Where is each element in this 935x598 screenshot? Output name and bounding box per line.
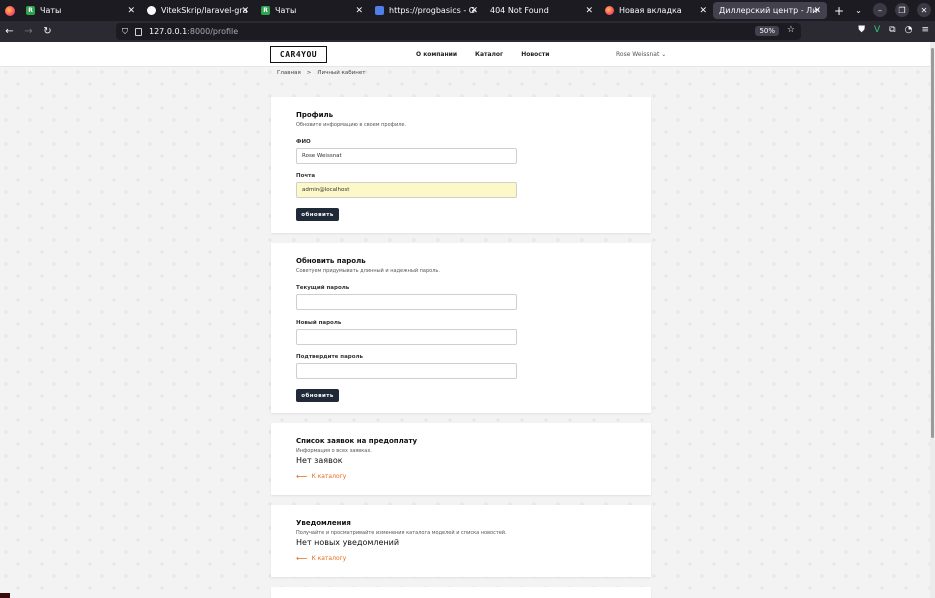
profile-card: Профиль Обновите информацию в своем проф… bbox=[271, 97, 651, 233]
green-square-icon: R bbox=[261, 6, 270, 15]
password-subtitle: Советуем придумывать длинный и надежный … bbox=[296, 268, 440, 274]
notifications-card: Уведомления Получайте и просматривайте и… bbox=[271, 505, 651, 577]
github-icon bbox=[147, 6, 156, 15]
url-bar[interactable]: ⛉ 127.0.0.1:8000/profile 50% ☆ bbox=[116, 23, 801, 40]
arrow-left-icon: ⟵ bbox=[296, 472, 308, 481]
profile-subtitle: Обновите информацию в своем профиле. bbox=[296, 122, 407, 128]
menu-catalog[interactable]: Каталог bbox=[475, 51, 503, 58]
tab-2[interactable]: VitekSkrip/laravel-grade ✕ bbox=[141, 0, 255, 21]
tab-label: Чаты bbox=[275, 6, 297, 15]
browser-tab-bar: R Чаты ✕ VitekSkrip/laravel-grade ✕ R Ча… bbox=[0, 0, 935, 21]
email-input[interactable]: admin@localhost bbox=[296, 182, 517, 198]
close-icon[interactable]: ✕ bbox=[470, 6, 478, 16]
docs-icon bbox=[375, 6, 384, 15]
orders-back-link[interactable]: ⟵ К каталогу bbox=[296, 472, 346, 481]
name-label: ФИО bbox=[296, 139, 311, 145]
back-button[interactable]: ← bbox=[0, 26, 19, 37]
page-icon[interactable] bbox=[135, 27, 142, 36]
breadcrumb-home[interactable]: Главная bbox=[277, 70, 301, 76]
restore-button[interactable]: ❐ bbox=[895, 3, 909, 17]
site-logo[interactable]: CAR4YOU bbox=[270, 46, 327, 63]
bookmark-star-icon[interactable]: ☆ bbox=[787, 25, 795, 35]
account-icon[interactable]: ◔ bbox=[905, 25, 913, 35]
forward-button[interactable]: → bbox=[19, 26, 38, 37]
new-password-label: Новый пароль bbox=[296, 320, 342, 326]
close-window-button[interactable]: ✕ bbox=[917, 3, 931, 17]
orders-back-label: К каталогу bbox=[311, 473, 347, 480]
confirm-password-label: Подтвердите пароль bbox=[296, 354, 364, 360]
minimize-button[interactable]: – bbox=[873, 3, 887, 17]
firefox-icon bbox=[5, 5, 15, 16]
close-icon[interactable]: ✕ bbox=[585, 6, 593, 16]
orders-subtitle: Информация о всех заявках. bbox=[296, 448, 372, 454]
orders-title: Список заявок на предоплату bbox=[296, 437, 418, 445]
site-header: CAR4YOU О компании Каталог Новости Rose … bbox=[0, 42, 930, 67]
profile-title: Профиль bbox=[296, 111, 334, 119]
tab-label: VitekSkrip/laravel-grade bbox=[161, 6, 247, 15]
green-square-icon: R bbox=[26, 6, 35, 15]
current-password-input[interactable] bbox=[296, 294, 517, 310]
menu-about[interactable]: О компании bbox=[416, 51, 457, 58]
new-tab-button[interactable]: + bbox=[827, 4, 851, 18]
password-update-button[interactable]: обновить bbox=[296, 389, 339, 402]
name-input[interactable]: Rose Weissnat bbox=[296, 148, 517, 164]
page-content: CAR4YOU О компании Каталог Новости Rose … bbox=[0, 42, 930, 598]
main-menu: О компании Каталог Новости bbox=[416, 51, 550, 58]
notifications-back-label: К каталогу bbox=[311, 555, 347, 562]
orders-empty-text: Нет заявок bbox=[296, 456, 343, 465]
email-label: Почта bbox=[296, 173, 316, 179]
close-icon[interactable]: ✕ bbox=[241, 6, 249, 16]
close-icon[interactable]: ✕ bbox=[127, 6, 135, 16]
page-scrollbar[interactable] bbox=[930, 42, 935, 598]
current-password-label: Текущий пароль bbox=[296, 285, 350, 291]
notifications-back-link[interactable]: ⟵ К каталогу bbox=[296, 554, 346, 563]
tab-7-active[interactable]: Диллерский центр - Личн ✕ bbox=[713, 2, 827, 19]
tab-label: 404 Not Found bbox=[490, 6, 549, 15]
tab-list-chevron-icon[interactable]: ⌄ bbox=[851, 6, 866, 15]
close-icon[interactable]: ✕ bbox=[699, 6, 707, 16]
tab-6[interactable]: Новая вкладка ✕ bbox=[599, 0, 713, 21]
new-password-input[interactable] bbox=[296, 329, 517, 345]
menu-icon[interactable]: ≡ bbox=[921, 25, 929, 35]
arrow-left-icon: ⟵ bbox=[296, 554, 308, 563]
tab-1[interactable]: R Чаты ✕ bbox=[20, 0, 141, 21]
tab-label: Новая вкладка bbox=[619, 6, 682, 15]
orders-card: Список заявок на предоплату Информация о… bbox=[271, 423, 651, 495]
breadcrumb-current: Личный кабинет bbox=[317, 70, 366, 76]
shield-icon[interactable]: ⛉ bbox=[122, 27, 128, 37]
extensions-icon[interactable]: ⧉ bbox=[889, 25, 895, 35]
menu-news[interactable]: Новости bbox=[521, 51, 549, 58]
tab-5[interactable]: 404 Not Found ✕ bbox=[484, 0, 599, 21]
breadcrumb: Главная > Личный кабинет bbox=[277, 70, 365, 76]
user-dropdown[interactable]: Rose Weissnat ⌄ bbox=[616, 51, 666, 58]
firefox-icon bbox=[605, 6, 614, 15]
confirm-password-input[interactable] bbox=[296, 363, 517, 379]
close-icon[interactable]: ✕ bbox=[355, 6, 363, 16]
browser-nav-bar: ← → ↻ ⛉ 127.0.0.1:8000/profile 50% ☆ ⛊ V… bbox=[0, 21, 935, 42]
notifications-title: Уведомления bbox=[296, 519, 351, 527]
password-card: Обновить пароль Советуем придумывать дли… bbox=[271, 243, 651, 413]
notifications-empty-text: Нет новых уведомлений bbox=[296, 538, 400, 547]
reload-button[interactable]: ↻ bbox=[38, 26, 57, 37]
zoom-level-badge[interactable]: 50% bbox=[755, 26, 779, 36]
vue-devtools-icon[interactable]: V bbox=[874, 25, 880, 35]
breadcrumb-separator: > bbox=[306, 70, 312, 76]
tab-4[interactable]: https://progbasics - Goo ✕ bbox=[369, 0, 484, 21]
pocket-icon[interactable]: ⛊ bbox=[858, 25, 865, 35]
tab-label: https://progbasics - Goo bbox=[389, 6, 476, 15]
firefox-view-button[interactable] bbox=[0, 0, 20, 21]
tab-3[interactable]: R Чаты ✕ bbox=[255, 0, 369, 21]
password-title: Обновить пароль bbox=[296, 257, 366, 265]
tab-label: Чаты bbox=[40, 6, 62, 15]
next-card bbox=[271, 587, 651, 598]
tab-label: Диллерский центр - Личн bbox=[719, 6, 819, 15]
url-text[interactable]: 127.0.0.1:8000/profile bbox=[149, 27, 238, 36]
scrollbar-thumb[interactable] bbox=[931, 48, 934, 438]
close-icon[interactable]: ✕ bbox=[813, 6, 821, 16]
corner-indicator bbox=[0, 593, 10, 598]
notifications-subtitle: Получайте и просматривайте изменения кат… bbox=[296, 530, 507, 536]
profile-update-button[interactable]: обновить bbox=[296, 208, 339, 221]
